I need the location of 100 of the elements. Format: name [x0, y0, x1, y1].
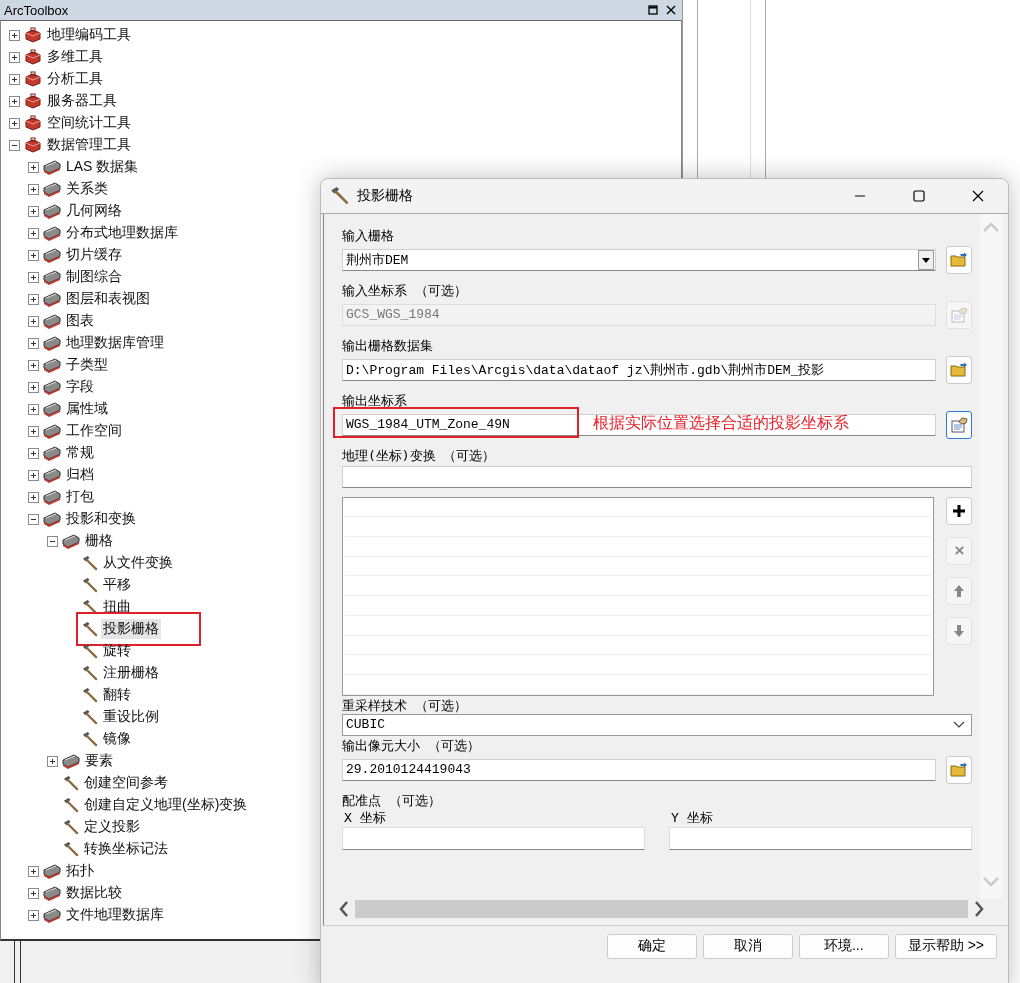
plus-icon [952, 503, 966, 518]
expand-icon[interactable] [28, 359, 39, 371]
tree-item[interactable]: 常规 [64, 443, 96, 463]
expand-icon[interactable] [28, 909, 39, 921]
close-icon[interactable] [972, 189, 984, 202]
dialog-button[interactable]: 取消 [702, 933, 793, 959]
browse-button[interactable] [946, 355, 972, 384]
tree-item[interactable]: 地理数据库管理 [64, 333, 166, 353]
tree-item[interactable]: 分布式地理数据库 [64, 223, 180, 243]
tree-item[interactable]: 空间统计工具 [45, 113, 133, 133]
expand-icon[interactable] [28, 337, 39, 349]
text-field[interactable]: D:\Program Files\Arcgis\data\dataof jz\荆州市.gdb\荆州市DEM_投影 [342, 358, 936, 381]
close-icon[interactable] [666, 5, 676, 15]
tree-item[interactable]: 服务器工具 [45, 91, 119, 111]
chevron-left-icon[interactable] [339, 900, 349, 917]
expand-icon[interactable] [28, 205, 39, 217]
tree-item[interactable]: 平移 [101, 575, 133, 595]
expand-icon[interactable] [28, 887, 39, 899]
scrollbar-thumb[interactable] [355, 899, 968, 918]
tree-item[interactable]: 地理编码工具 [45, 25, 133, 45]
dialog-button[interactable]: 环境... [798, 933, 889, 959]
tree-item[interactable]: 创建空间参考 [82, 773, 170, 793]
expand-icon[interactable] [28, 469, 39, 481]
browse-button[interactable] [946, 245, 972, 274]
collapse-icon[interactable] [47, 535, 58, 547]
expand-icon[interactable] [28, 293, 39, 305]
expand-icon[interactable] [28, 227, 39, 239]
expand-icon[interactable] [28, 271, 39, 283]
chevron-right-icon[interactable] [974, 900, 984, 917]
expand-icon[interactable] [9, 29, 20, 41]
collapse-icon[interactable] [9, 139, 20, 151]
collapse-icon[interactable] [28, 513, 39, 525]
tree-item[interactable]: 投影和变换 [64, 509, 138, 529]
text-field[interactable] [669, 826, 972, 850]
tree-item[interactable]: 工作空间 [64, 421, 124, 441]
tree-item[interactable]: 多维工具 [45, 47, 105, 67]
plus-button[interactable] [946, 496, 972, 525]
expand-icon[interactable] [28, 381, 39, 393]
tree-item[interactable]: 投影栅格 [101, 619, 161, 639]
tree-item[interactable]: 属性域 [64, 399, 110, 419]
tree-item[interactable]: LAS 数据集 [64, 157, 141, 177]
browse-button[interactable] [946, 755, 972, 784]
dropdown[interactable]: CUBIC [342, 713, 972, 736]
toolset-icon [43, 181, 61, 197]
tree-item[interactable]: 关系类 [64, 179, 110, 199]
tree-item[interactable]: 拓扑 [64, 861, 96, 881]
text-field[interactable] [342, 465, 972, 488]
restore-icon[interactable] [648, 5, 658, 15]
tree-item[interactable]: 旋转 [101, 641, 133, 661]
toolbox-icon [24, 49, 42, 65]
browse-button[interactable] [946, 410, 972, 439]
expand-icon[interactable] [28, 315, 39, 327]
tree-item[interactable]: 从文件变换 [101, 553, 175, 573]
tree-item[interactable]: 要素 [83, 751, 115, 771]
expand-icon[interactable] [47, 755, 58, 767]
tree-item[interactable]: 分析工具 [45, 69, 105, 89]
expand-icon[interactable] [28, 249, 39, 261]
expand-icon[interactable] [28, 403, 39, 415]
dialog-button[interactable]: 显示帮助 >> [894, 933, 997, 959]
maximize-icon[interactable] [913, 189, 925, 202]
tree-item[interactable]: 镜像 [101, 729, 133, 749]
tree-item[interactable]: 归档 [64, 465, 96, 485]
expand-icon[interactable] [28, 161, 39, 173]
expand-icon[interactable] [9, 51, 20, 63]
tree-item[interactable]: 栅格 [83, 531, 115, 551]
expand-icon[interactable] [28, 447, 39, 459]
tree-item[interactable]: 图表 [64, 311, 96, 331]
tree-item[interactable]: 重设比例 [101, 707, 161, 727]
expand-icon[interactable] [28, 183, 39, 195]
expand-icon[interactable] [28, 425, 39, 437]
tree-item[interactable]: 数据管理工具 [45, 135, 133, 155]
tree-item[interactable]: 定义投影 [82, 817, 142, 837]
toolset-icon [43, 907, 61, 923]
text-field[interactable] [342, 826, 645, 850]
combo-box[interactable]: 荆州市DEM [342, 248, 936, 271]
tree-item[interactable]: 切片缓存 [64, 245, 124, 265]
tree-item[interactable]: 创建自定义地理(坐标)变换 [82, 795, 250, 815]
tree-item[interactable]: 数据比较 [64, 883, 124, 903]
tree-item[interactable]: 扭曲 [101, 597, 133, 617]
text-field[interactable]: 29.2010124419043 [342, 758, 936, 781]
hammer-icon [81, 686, 98, 704]
tree-item[interactable]: 注册栅格 [101, 663, 161, 683]
tree-item[interactable]: 打包 [64, 487, 96, 507]
tree-item[interactable]: 图层和表视图 [64, 289, 152, 309]
column-label: Y 坐标 [671, 808, 714, 827]
tree-item[interactable]: 几何网络 [64, 201, 124, 221]
expand-icon[interactable] [28, 865, 39, 877]
expand-icon[interactable] [9, 95, 20, 107]
tree-item[interactable]: 字段 [64, 377, 96, 397]
toolset-icon [62, 533, 80, 549]
tree-item[interactable]: 转换坐标记法 [82, 839, 170, 859]
tree-item[interactable]: 制图综合 [64, 267, 124, 287]
tree-item[interactable]: 子类型 [64, 355, 110, 375]
expand-icon[interactable] [9, 73, 20, 85]
expand-icon[interactable] [9, 117, 20, 129]
tree-item[interactable]: 翻转 [101, 685, 133, 705]
expand-icon[interactable] [28, 491, 39, 503]
dialog-button[interactable]: 确定 [606, 933, 697, 959]
tree-item[interactable]: 文件地理数据库 [64, 905, 166, 925]
hammer-icon [62, 796, 79, 814]
